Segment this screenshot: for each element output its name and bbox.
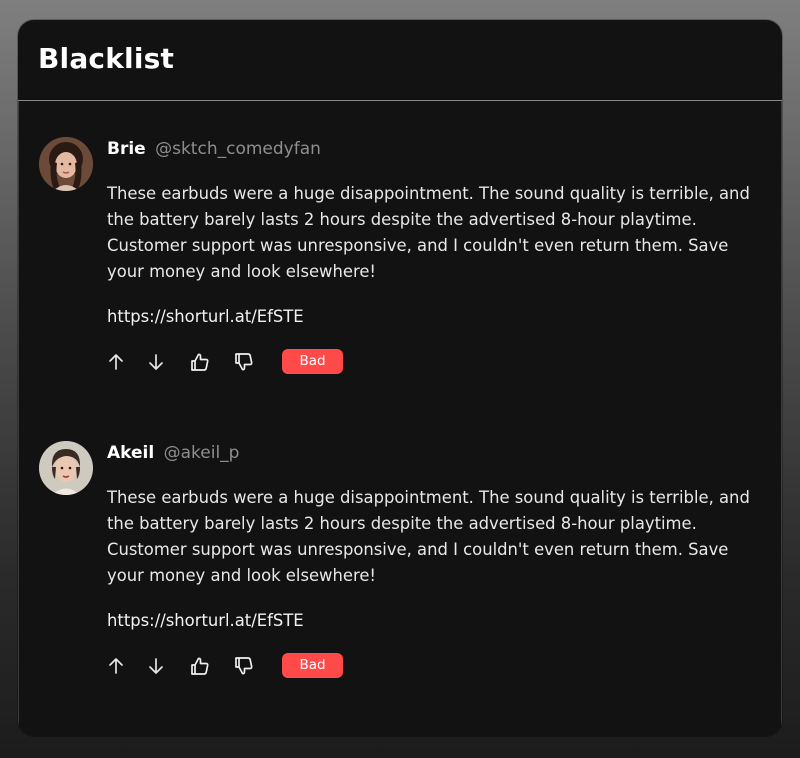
blacklist-panel: Blacklist Brie @sktch_comedyfan These ea…	[18, 20, 782, 736]
post-link[interactable]: https://shorturl.at/EfSTE	[107, 307, 304, 326]
post-header: Akeil @akeil_p	[107, 443, 239, 463]
author-handle[interactable]: @akeil_p	[164, 443, 240, 463]
panel-header: Blacklist	[18, 20, 782, 101]
thumbs-down-icon	[235, 657, 253, 675]
page-title: Blacklist	[38, 41, 175, 75]
author-name[interactable]: Akeil	[107, 443, 154, 463]
post-text: These earbuds were a huge disappointment…	[107, 184, 750, 281]
author-handle[interactable]: @sktch_comedyfan	[155, 139, 321, 159]
status-badge: Bad	[282, 653, 343, 678]
downvote-button[interactable]	[143, 653, 169, 679]
author-name[interactable]: Brie	[107, 139, 146, 159]
dislike-button[interactable]	[231, 653, 257, 679]
post-text: These earbuds were a huge disappointment…	[107, 488, 750, 585]
arrow-up-icon	[109, 658, 123, 674]
post-actions: Bad	[103, 349, 403, 375]
post-link[interactable]: https://shorturl.at/EfSTE	[107, 611, 304, 630]
post-actions: Bad	[103, 653, 403, 679]
arrow-up-icon	[109, 354, 123, 370]
like-button[interactable]	[187, 349, 213, 375]
arrow-down-icon	[149, 354, 163, 370]
avatar[interactable]	[39, 137, 93, 191]
post-header: Brie @sktch_comedyfan	[107, 139, 321, 159]
thumbs-up-icon	[191, 353, 209, 371]
avatar[interactable]	[39, 441, 93, 495]
dislike-button[interactable]	[231, 349, 257, 375]
thumbs-down-icon	[235, 353, 253, 371]
post-list: Brie @sktch_comedyfan These earbuds were…	[18, 101, 782, 736]
upvote-button[interactable]	[103, 349, 129, 375]
upvote-button[interactable]	[103, 653, 129, 679]
status-badge: Bad	[282, 349, 343, 374]
thumbs-up-icon	[191, 657, 209, 675]
arrow-down-icon	[149, 658, 163, 674]
like-button[interactable]	[187, 653, 213, 679]
downvote-button[interactable]	[143, 349, 169, 375]
